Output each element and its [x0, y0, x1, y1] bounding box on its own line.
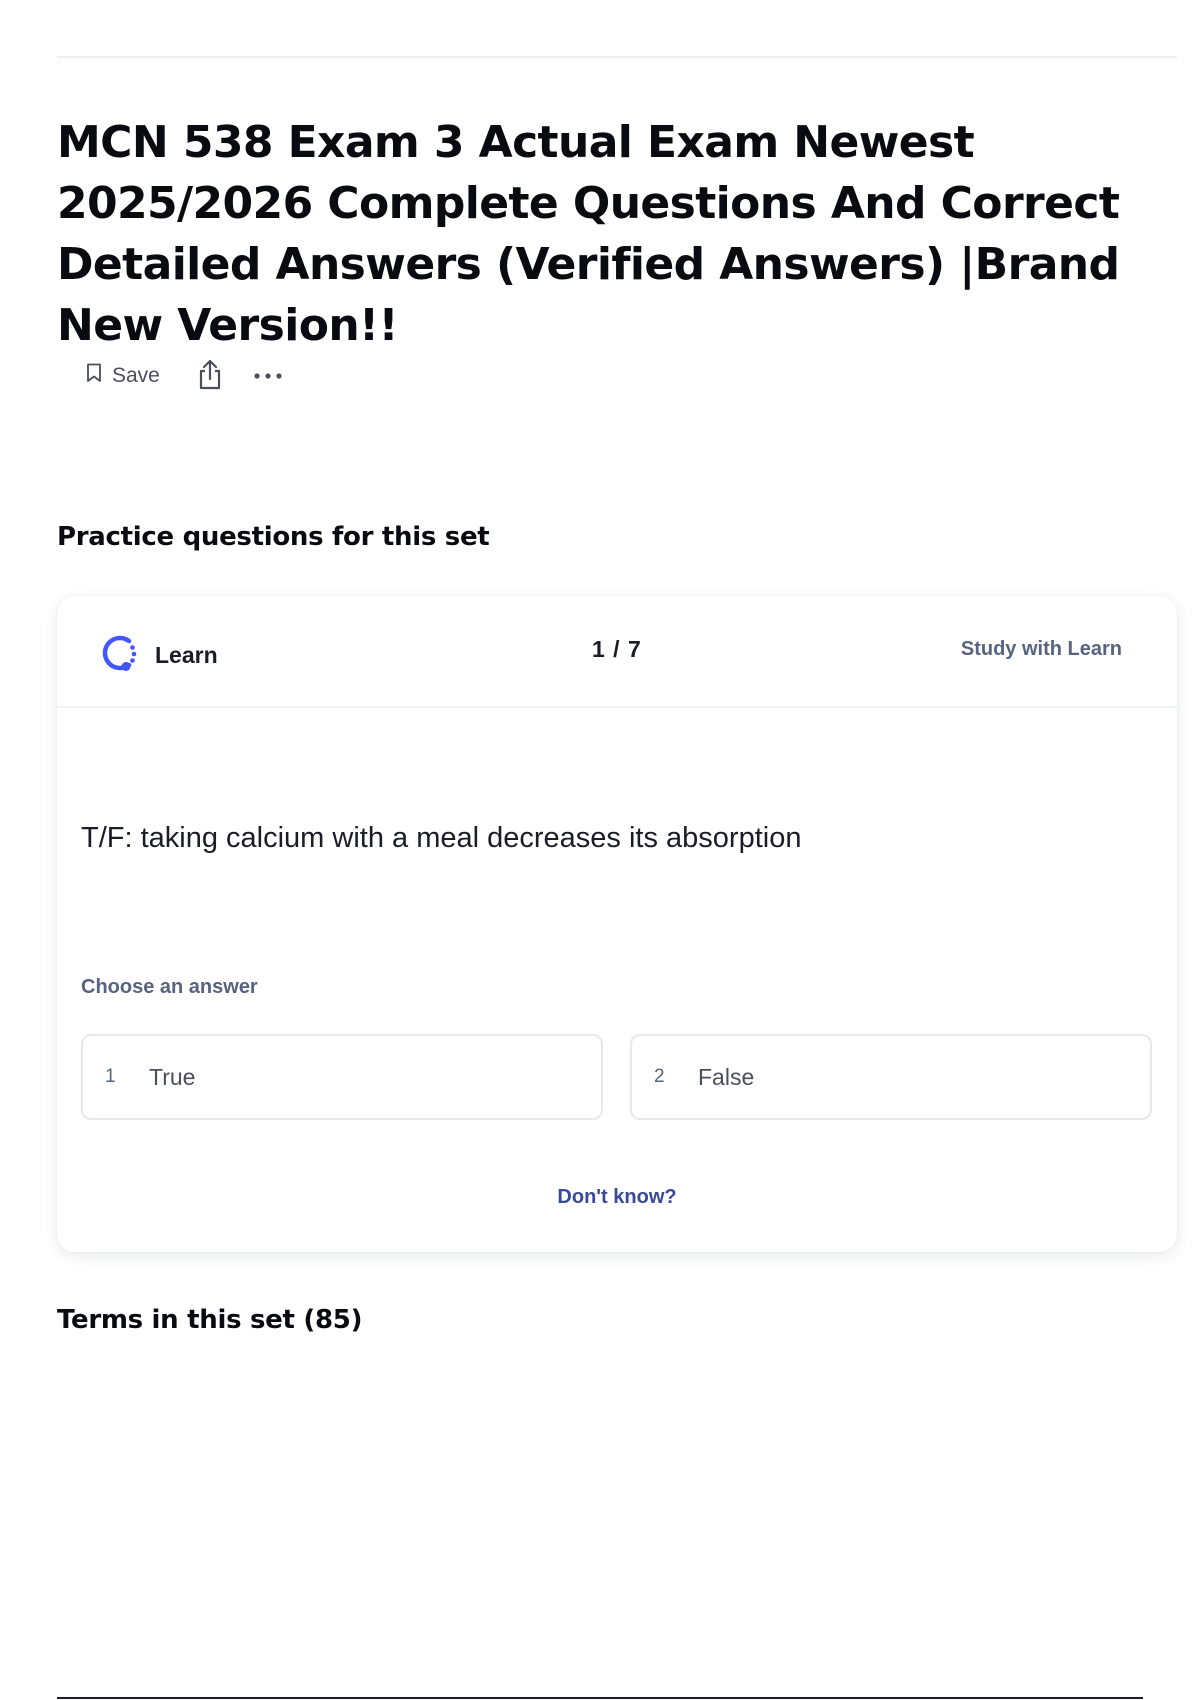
bottom-divider: [57, 1697, 1143, 1699]
more-options-button[interactable]: [246, 355, 290, 397]
practice-heading: Practice questions for this set: [57, 522, 490, 552]
option-number: 2: [654, 1066, 665, 1087]
learn-mode: Learn: [95, 631, 218, 680]
practice-card: Learn 1 / 7 Study with Learn T/F: taking…: [57, 596, 1177, 1252]
terms-heading: Terms in this set (85): [57, 1305, 363, 1335]
top-divider: [57, 56, 1177, 58]
option-number: 1: [105, 1066, 116, 1087]
bookmark-icon: [86, 363, 102, 389]
answer-option-true[interactable]: 1 True: [81, 1034, 603, 1120]
action-bar: Save: [72, 355, 290, 397]
save-label: Save: [112, 364, 160, 387]
page-title: MCN 538 Exam 3 Actual Exam Newest 2025/2…: [57, 117, 1120, 351]
study-with-learn-link[interactable]: Study with Learn: [961, 638, 1122, 661]
learn-icon: [95, 631, 139, 680]
dont-know-button[interactable]: Don't know?: [57, 1186, 1177, 1209]
question-progress: 1 / 7: [592, 636, 642, 662]
choose-answer-label: Choose an answer: [81, 976, 258, 998]
option-text: False: [698, 1063, 755, 1090]
share-icon: [196, 358, 224, 395]
option-text: True: [149, 1063, 196, 1090]
share-button[interactable]: [188, 355, 232, 397]
page: MCN 538 Exam 3 Actual Exam Newest 2025/2…: [0, 0, 1200, 1700]
answer-options: 1 True 2 False: [81, 1034, 1152, 1120]
more-horizontal-icon: [253, 367, 283, 385]
answer-option-false[interactable]: 2 False: [630, 1034, 1152, 1120]
learn-label: Learn: [155, 642, 218, 668]
practice-card-header: Learn 1 / 7 Study with Learn: [57, 596, 1177, 708]
question-text: T/F: taking calcium with a meal decrease…: [81, 822, 802, 854]
save-button[interactable]: Save: [72, 357, 174, 395]
